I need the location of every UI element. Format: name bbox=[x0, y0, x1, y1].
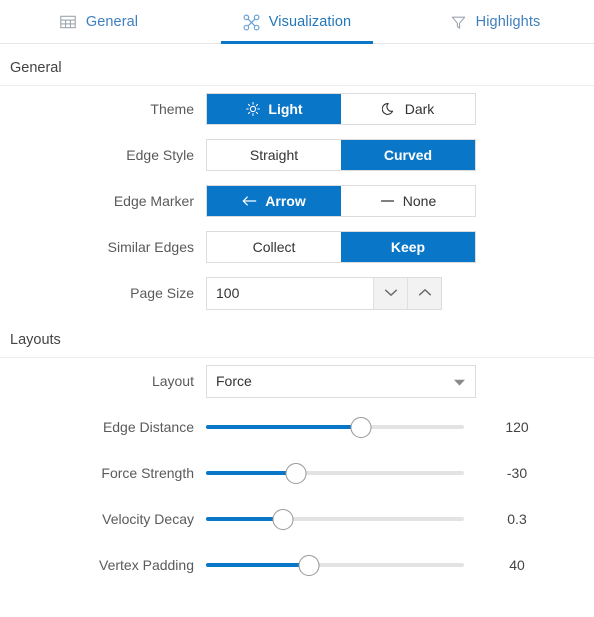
similar-edges-option-collect[interactable]: Collect bbox=[207, 232, 341, 262]
slider-fill bbox=[206, 425, 361, 429]
tab-general[interactable]: General bbox=[0, 0, 198, 44]
row-layout: Layout Force bbox=[0, 358, 594, 404]
edge-style-option-straight-label: Straight bbox=[249, 147, 299, 163]
slider-vertex-padding[interactable] bbox=[206, 549, 464, 581]
row-label-theme: Theme bbox=[150, 101, 194, 117]
slider-fill bbox=[206, 563, 310, 567]
dash-icon bbox=[380, 194, 395, 209]
row-label-force-strength: Force Strength bbox=[101, 465, 194, 481]
similar-edges-option-collect-label: Collect bbox=[252, 239, 296, 255]
theme-option-dark[interactable]: Dark bbox=[341, 94, 475, 124]
slider-force-strength[interactable] bbox=[206, 457, 464, 489]
table-icon bbox=[60, 14, 77, 31]
similar-edges-option-keep-label: Keep bbox=[390, 239, 426, 255]
slider-edge-distance[interactable] bbox=[206, 411, 464, 443]
similar-edges-toggle-group: Collect Keep bbox=[206, 231, 476, 263]
theme-toggle-group: Light Dark bbox=[206, 93, 476, 125]
edge-style-option-curved[interactable]: Curved bbox=[341, 140, 475, 170]
row-label-layout: Layout bbox=[151, 373, 194, 389]
chevron-down-icon bbox=[384, 284, 398, 302]
moon-icon bbox=[382, 102, 397, 117]
row-similar-edges: Similar Edges Collect Keep bbox=[0, 224, 594, 270]
theme-option-light[interactable]: Light bbox=[207, 94, 341, 124]
tab-general-label: General bbox=[85, 14, 139, 30]
edge-marker-toggle-group: Arrow None bbox=[206, 185, 476, 217]
edge-style-option-curved-label: Curved bbox=[383, 147, 433, 163]
slider-fill bbox=[206, 471, 297, 475]
funnel-icon bbox=[450, 14, 467, 31]
slider-thumb[interactable] bbox=[285, 462, 307, 484]
slider-velocity-decay[interactable] bbox=[206, 503, 464, 535]
edge-marker-option-none[interactable]: None bbox=[341, 186, 475, 216]
row-page-size: Page Size 100 bbox=[0, 270, 594, 316]
slider-value-velocity-decay: 0.3 bbox=[507, 511, 527, 527]
row-label-edge-distance: Edge Distance bbox=[102, 419, 194, 435]
arrow-left-icon bbox=[242, 194, 257, 209]
slider-thumb[interactable] bbox=[272, 508, 294, 530]
graph-icon bbox=[243, 14, 260, 31]
row-theme: Theme Light Dark bbox=[0, 86, 594, 132]
slider-thumb[interactable] bbox=[298, 554, 320, 576]
slider-value-vertex-padding: 40 bbox=[509, 557, 525, 573]
page-size-decrement-button[interactable] bbox=[373, 277, 407, 309]
tab-highlights-label: Highlights bbox=[475, 14, 541, 30]
row-edge-marker: Edge Marker Arrow None bbox=[0, 178, 594, 224]
row-label-page-size: Page Size bbox=[130, 285, 194, 301]
row-slider-vertex-padding: Vertex Padding 40 bbox=[0, 542, 594, 588]
page-size-stepper: 100 bbox=[206, 276, 442, 310]
chevron-up-icon bbox=[418, 284, 432, 302]
row-label-edge-marker: Edge Marker bbox=[113, 193, 194, 209]
tab-bar: General Visualization Highlights bbox=[0, 0, 594, 44]
slider-value-edge-distance: 120 bbox=[505, 419, 529, 435]
tab-visualization-label: Visualization bbox=[268, 14, 352, 30]
row-edge-style: Edge Style Straight Curved bbox=[0, 132, 594, 178]
similar-edges-option-keep[interactable]: Keep bbox=[341, 232, 475, 262]
edge-style-toggle-group: Straight Curved bbox=[206, 139, 476, 171]
edge-style-option-straight[interactable]: Straight bbox=[207, 140, 341, 170]
tab-highlights[interactable]: Highlights bbox=[396, 0, 594, 44]
theme-option-light-label: Light bbox=[268, 101, 303, 117]
row-slider-force-strength: Force Strength -30 bbox=[0, 450, 594, 496]
page-size-increment-button[interactable] bbox=[407, 277, 441, 309]
slider-value-force-strength: -30 bbox=[506, 465, 528, 481]
tab-visualization[interactable]: Visualization bbox=[198, 0, 396, 44]
slider-thumb[interactable] bbox=[350, 416, 372, 438]
edge-marker-option-arrow-label: Arrow bbox=[265, 193, 306, 209]
section-header-general: General bbox=[10, 60, 62, 76]
edge-marker-option-none-label: None bbox=[402, 193, 437, 209]
row-label-similar-edges: Similar Edges bbox=[107, 239, 194, 255]
row-slider-velocity-decay: Velocity Decay 0.3 bbox=[0, 496, 594, 542]
row-label-vertex-padding: Vertex Padding bbox=[99, 557, 194, 573]
row-label-velocity-decay: Velocity Decay bbox=[102, 511, 194, 527]
layout-select-value: Force bbox=[216, 373, 252, 389]
row-slider-edge-distance: Edge Distance 120 bbox=[0, 404, 594, 450]
caret-down-icon bbox=[454, 373, 465, 389]
section-header-layouts: Layouts bbox=[10, 332, 61, 348]
theme-option-dark-label: Dark bbox=[404, 101, 435, 117]
page-size-input[interactable]: 100 bbox=[207, 278, 373, 309]
row-label-edge-style: Edge Style bbox=[126, 147, 194, 163]
sun-icon bbox=[245, 102, 260, 117]
edge-marker-option-arrow[interactable]: Arrow bbox=[207, 186, 341, 216]
slider-fill bbox=[206, 517, 284, 521]
layout-select[interactable]: Force bbox=[206, 364, 476, 398]
